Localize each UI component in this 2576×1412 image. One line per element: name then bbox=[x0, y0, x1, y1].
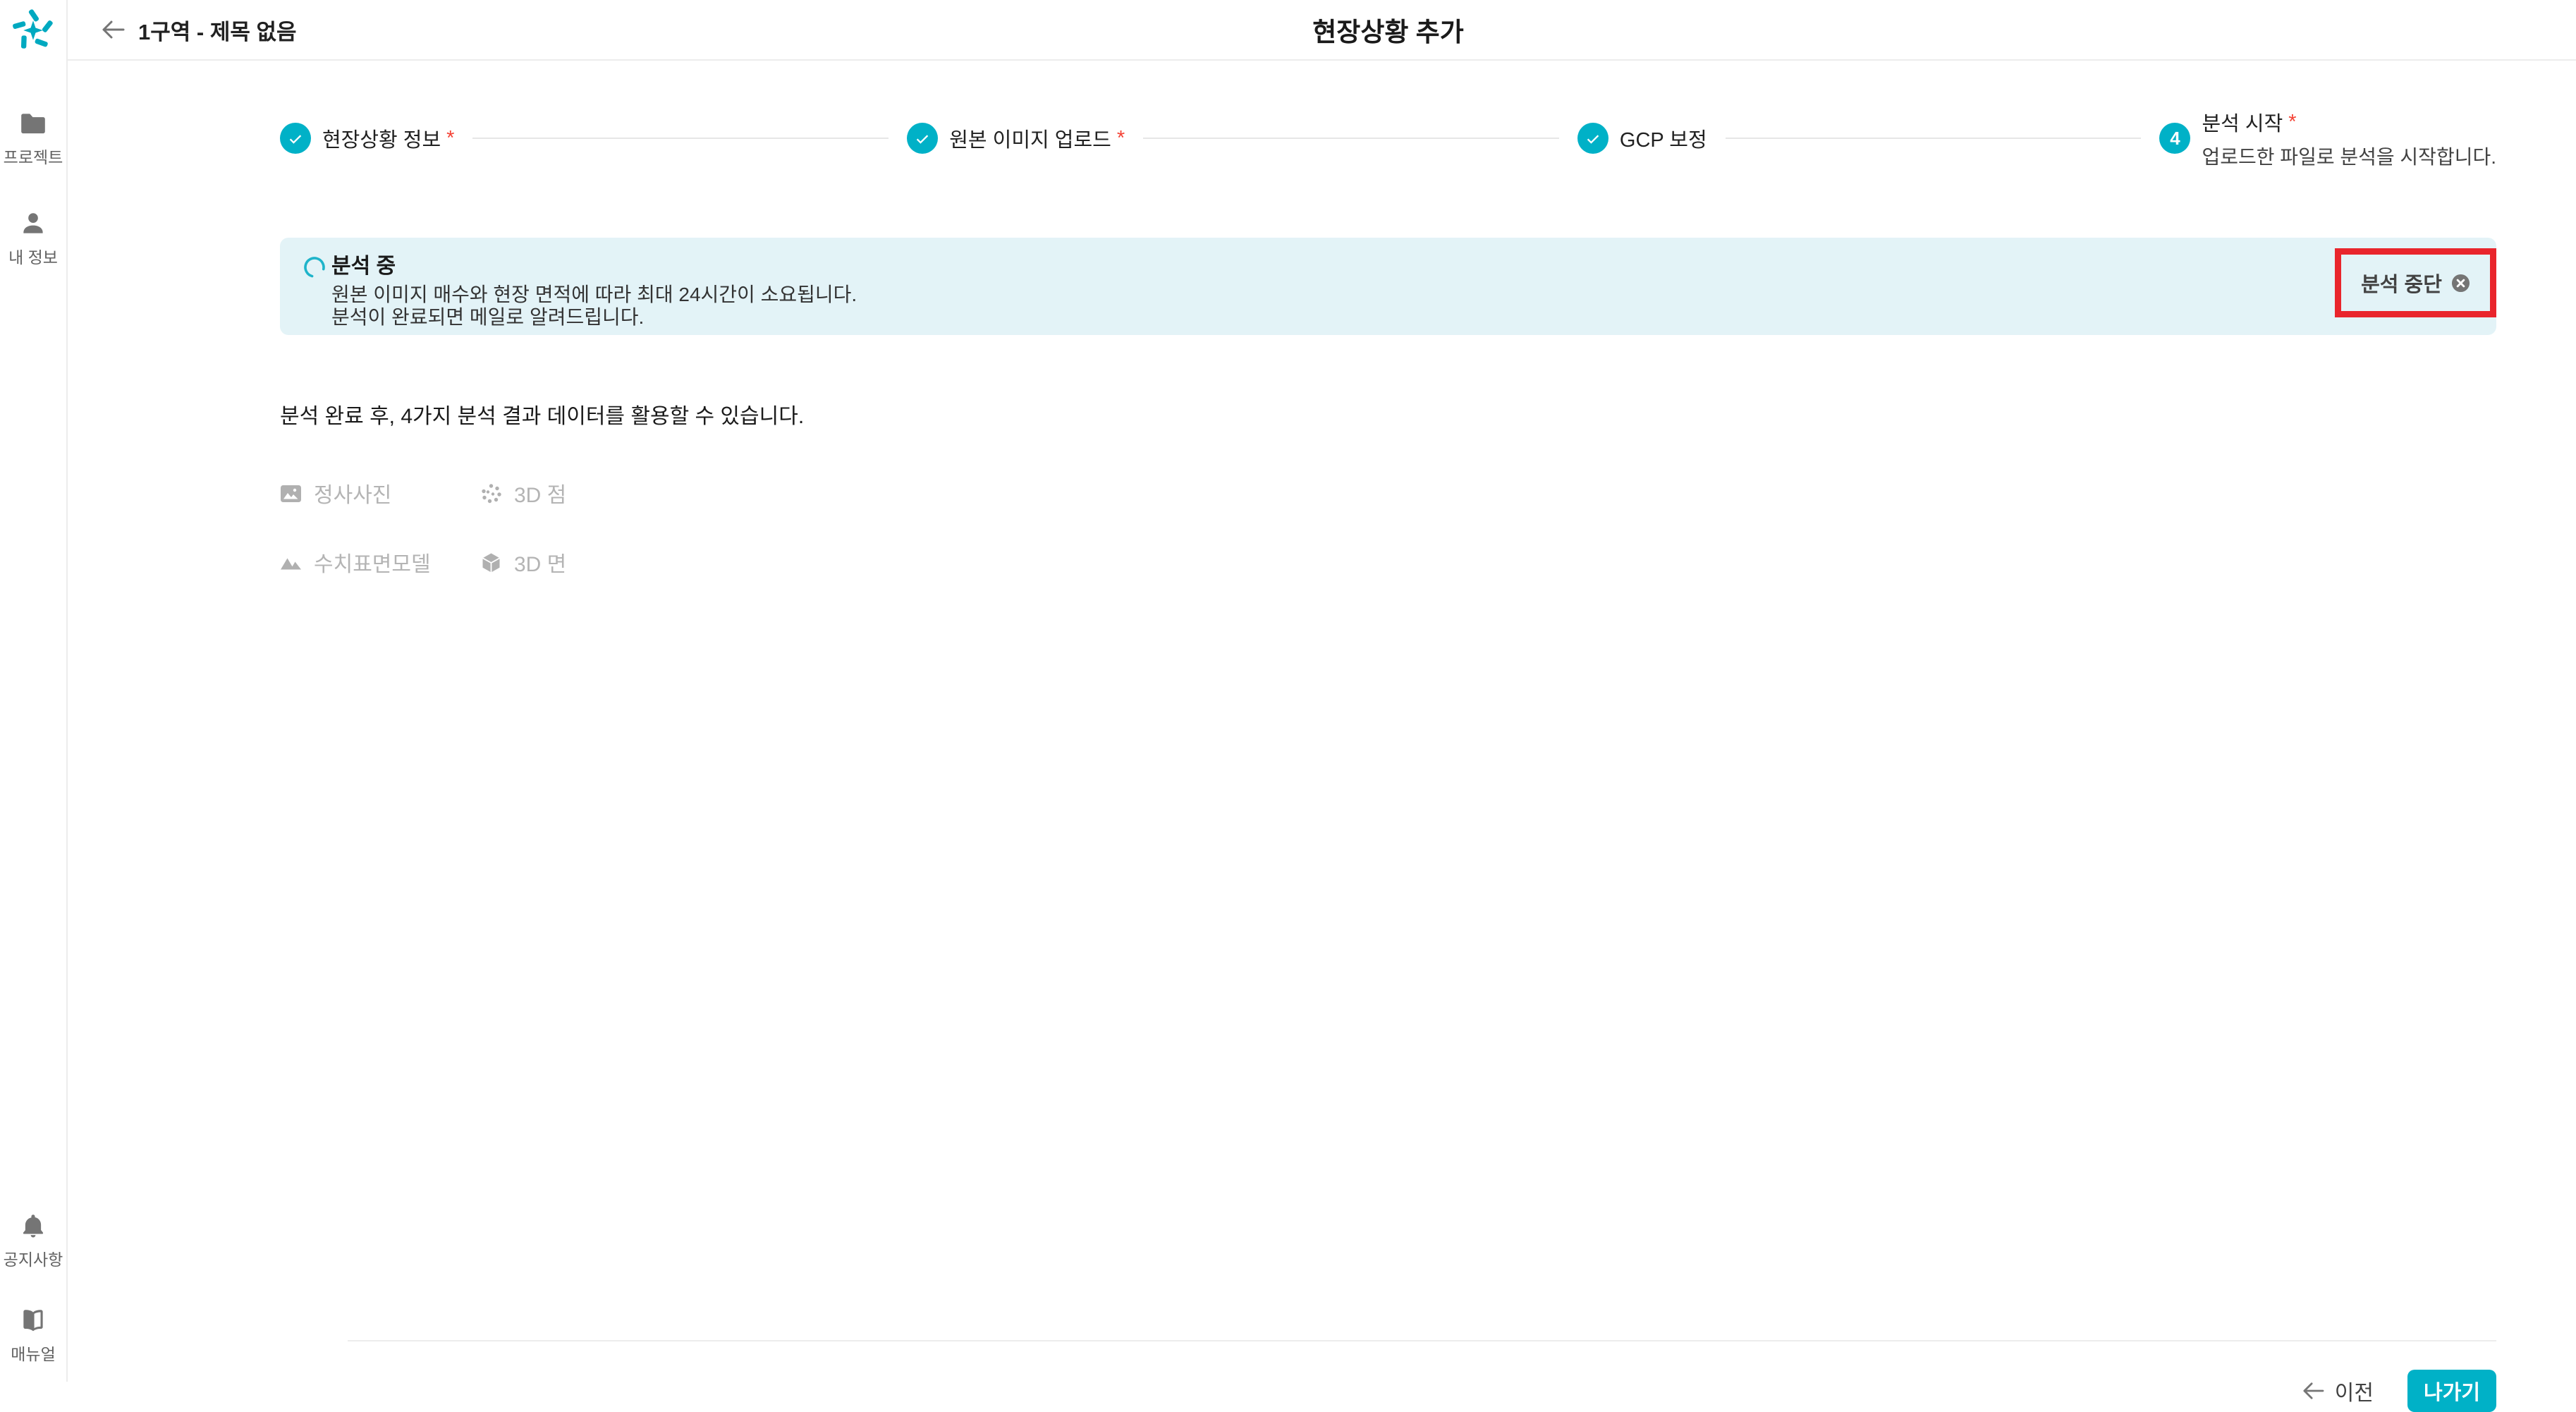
banner-title: 분석 중 bbox=[331, 255, 857, 279]
sidebar-item-my-info[interactable]: 내 정보 bbox=[8, 209, 58, 268]
step-done-check-icon bbox=[1577, 123, 1609, 154]
orthophoto-icon bbox=[280, 482, 302, 504]
dsm-icon bbox=[280, 552, 302, 573]
result-label: 3D 면 bbox=[514, 547, 566, 578]
banner-line: 원본 이미지 매수와 현장 면적에 따라 최대 24시간이 소요됩니다. bbox=[331, 284, 857, 306]
required-mark: * bbox=[446, 127, 454, 150]
step-done-check-icon bbox=[907, 123, 938, 154]
point-cloud-icon bbox=[480, 482, 502, 504]
spinner-icon bbox=[303, 256, 326, 279]
result-label: 정사사진 bbox=[314, 477, 391, 509]
folder-icon bbox=[18, 109, 48, 138]
required-mark: * bbox=[1117, 127, 1125, 150]
required-mark: * bbox=[2288, 111, 2296, 134]
result-label: 3D 점 bbox=[514, 477, 566, 509]
results-heading: 분석 완료 후, 4가지 분석 결과 데이터를 활용할 수 있습니다. bbox=[280, 398, 2496, 430]
cancel-circle-icon bbox=[2451, 274, 2470, 293]
stepper-connector bbox=[1143, 138, 1559, 139]
page-title: 현장상황 추가 bbox=[280, 11, 2496, 49]
mesh-icon bbox=[480, 552, 502, 573]
stepper-connector bbox=[1726, 138, 2142, 139]
step-label: 원본 이미지 업로드 bbox=[949, 123, 1111, 153]
step-start-analysis: 4 분석 시작 * 업로드한 파일로 분석을 시작합니다. bbox=[2159, 106, 2496, 170]
sidebar: 프로젝트 내 정보 공지사항 매뉴얼 bbox=[0, 0, 68, 1382]
step-image-upload: 원본 이미지 업로드 * bbox=[907, 123, 1125, 154]
analyzing-banner: 분석 중 원본 이미지 매수와 현장 면적에 따라 최대 24시간이 소요됩니다… bbox=[280, 238, 2496, 335]
footer-bar: 이전 나가기 bbox=[348, 1340, 2496, 1412]
results-grid: 정사사진 3D 점 bbox=[280, 477, 2496, 578]
content: 현장상황 정보 * 원본 이미지 업로드 * GCP 보정 bbox=[280, 123, 2496, 578]
main-area: 현장상황 정보 * 원본 이미지 업로드 * GCP 보정 bbox=[68, 62, 2576, 1382]
stop-analysis-button[interactable]: 분석 중단 bbox=[2361, 268, 2470, 298]
back-arrow-icon bbox=[100, 19, 126, 40]
step-texts: 분석 시작 * 업로드한 파일로 분석을 시작합니다. bbox=[2202, 106, 2496, 170]
bell-icon bbox=[18, 1211, 48, 1241]
step-done-check-icon bbox=[280, 123, 311, 154]
step-label: 분석 시작 bbox=[2202, 107, 2283, 137]
exit-button[interactable]: 나가기 bbox=[2407, 1370, 2496, 1412]
sidebar-item-projects[interactable]: 프로젝트 bbox=[4, 109, 63, 168]
sidebar-item-label: 프로젝트 bbox=[4, 144, 63, 168]
sidebar-item-notices[interactable]: 공지사항 bbox=[4, 1211, 63, 1270]
previous-button[interactable]: 이전 bbox=[2301, 1375, 2374, 1406]
app-logo-icon[interactable] bbox=[10, 7, 56, 54]
step-number-badge: 4 bbox=[2159, 123, 2190, 154]
previous-arrow-icon bbox=[2301, 1381, 2325, 1401]
previous-label: 이전 bbox=[2335, 1375, 2374, 1406]
step-label: GCP 보정 bbox=[1620, 123, 1707, 153]
result-item-orthophoto: 정사사진 bbox=[280, 477, 480, 509]
banner-texts: 분석 중 원본 이미지 매수와 현장 면적에 따라 최대 24시간이 소요됩니다… bbox=[331, 255, 857, 335]
result-item-mesh: 3D 면 bbox=[480, 547, 566, 578]
back-button[interactable]: 1구역 - 제목 없음 bbox=[100, 14, 297, 46]
stepper-connector bbox=[472, 138, 889, 139]
sidebar-item-label: 매뉴얼 bbox=[11, 1341, 55, 1365]
sidebar-item-label: 내 정보 bbox=[8, 244, 58, 268]
step-label: 현장상황 정보 bbox=[322, 123, 441, 153]
book-icon bbox=[18, 1306, 48, 1335]
step-gcp: GCP 보정 bbox=[1577, 123, 1707, 154]
page: 프로젝트 내 정보 공지사항 매뉴얼 bbox=[0, 0, 2576, 1382]
stop-analysis-label: 분석 중단 bbox=[2361, 268, 2442, 298]
result-item-point-cloud: 3D 점 bbox=[480, 477, 566, 509]
sidebar-item-label: 공지사항 bbox=[4, 1246, 63, 1270]
step-site-info: 현장상황 정보 * bbox=[280, 123, 454, 154]
result-item-dsm: 수치표면모델 bbox=[280, 547, 480, 578]
annotation-box: 분석 중단 bbox=[2335, 248, 2496, 317]
user-icon bbox=[18, 209, 48, 238]
stepper: 현장상황 정보 * 원본 이미지 업로드 * GCP 보정 bbox=[280, 123, 2496, 154]
zone-title: 1구역 - 제목 없음 bbox=[138, 14, 297, 46]
result-label: 수치표면모델 bbox=[314, 547, 431, 578]
sidebar-item-manual[interactable]: 매뉴얼 bbox=[11, 1306, 55, 1365]
header: 1구역 - 제목 없음 현장상황 추가 bbox=[68, 0, 2576, 61]
step-subtitle: 업로드한 파일로 분석을 시작합니다. bbox=[2202, 142, 2496, 170]
banner-line: 분석이 완료되면 메일로 알려드립니다. bbox=[331, 306, 857, 329]
